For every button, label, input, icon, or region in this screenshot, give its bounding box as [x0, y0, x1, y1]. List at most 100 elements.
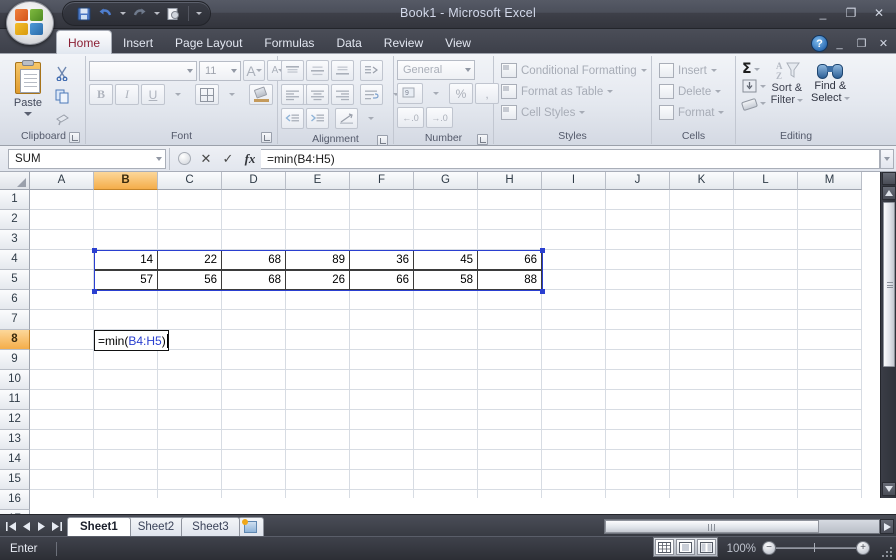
cell-D8[interactable] — [222, 330, 286, 350]
cell-C6[interactable] — [158, 290, 222, 310]
cell-K2[interactable] — [670, 210, 734, 230]
font-dialog-launcher[interactable] — [261, 132, 272, 143]
zoom-in-button[interactable]: + — [856, 541, 870, 555]
row-header-6[interactable]: 6 — [0, 290, 30, 310]
row-header-9[interactable]: 9 — [0, 350, 30, 370]
name-box[interactable]: SUM — [8, 148, 166, 169]
column-header-j[interactable]: J — [606, 172, 670, 190]
cell-M8[interactable] — [798, 330, 862, 350]
row-header-5[interactable]: 5 — [0, 270, 30, 290]
column-header-h[interactable]: H — [478, 172, 542, 190]
close-button[interactable]: ✕ — [866, 3, 892, 22]
column-header-i[interactable]: I — [542, 172, 606, 190]
selection-handle-tl[interactable] — [92, 248, 97, 253]
delete-cells-dropdown-icon[interactable] — [715, 90, 722, 93]
paste-button[interactable]: Paste — [5, 60, 51, 116]
cell-L10[interactable] — [734, 370, 798, 390]
cell-F7[interactable] — [350, 310, 414, 330]
cell-J4[interactable] — [606, 250, 670, 270]
align-right-button[interactable] — [331, 84, 354, 105]
tab-data[interactable]: Data — [325, 32, 372, 55]
cell-M16[interactable] — [798, 490, 862, 498]
number-format-dropdown-icon[interactable] — [465, 68, 471, 72]
clipboard-dialog-launcher[interactable] — [69, 132, 80, 143]
cell-E16[interactable] — [286, 490, 350, 498]
cell-A12[interactable] — [30, 410, 94, 430]
conditional-formatting-button[interactable]: Conditional Formatting — [501, 60, 647, 81]
cell-L5[interactable] — [734, 270, 798, 290]
cell-M12[interactable] — [798, 410, 862, 430]
split-box[interactable] — [882, 172, 896, 185]
sort-filter-button[interactable]: AZ Sort & Filter — [766, 60, 808, 106]
cell-D10[interactable] — [222, 370, 286, 390]
cell-E2[interactable] — [286, 210, 350, 230]
format-cells-dropdown-icon[interactable] — [718, 111, 725, 114]
sheet-tab-sheet3[interactable]: Sheet3 — [181, 517, 240, 536]
cell-J6[interactable] — [606, 290, 670, 310]
horizontal-scroll-thumb[interactable] — [605, 520, 819, 533]
autosum-button[interactable]: Σ — [742, 61, 766, 77]
cell-E9[interactable] — [286, 350, 350, 370]
tab-review[interactable]: Review — [373, 32, 434, 55]
sheet-tab-sheet2[interactable]: Sheet2 — [126, 517, 186, 536]
cell-D16[interactable] — [222, 490, 286, 498]
cell-A2[interactable] — [30, 210, 94, 230]
cell-A16[interactable] — [30, 490, 94, 498]
cell-E14[interactable] — [286, 450, 350, 470]
cell-M10[interactable] — [798, 370, 862, 390]
insert-worksheet-button[interactable] — [237, 517, 264, 536]
cell-I4[interactable] — [542, 250, 606, 270]
cell-L7[interactable] — [734, 310, 798, 330]
cell-B10[interactable] — [94, 370, 158, 390]
decrease-indent-button[interactable] — [281, 108, 304, 129]
underline-dropdown-icon[interactable] — [167, 84, 189, 105]
bottom-align-button[interactable] — [331, 60, 354, 81]
cell-L9[interactable] — [734, 350, 798, 370]
cell-J10[interactable] — [606, 370, 670, 390]
cell-H14[interactable] — [478, 450, 542, 470]
cell-A9[interactable] — [30, 350, 94, 370]
cell-C4[interactable]: 22 — [158, 250, 222, 270]
cell-F15[interactable] — [350, 470, 414, 490]
cell-H10[interactable] — [478, 370, 542, 390]
font-size-combo[interactable]: 11 — [199, 60, 241, 81]
column-header-f[interactable]: F — [350, 172, 414, 190]
cell-M2[interactable] — [798, 210, 862, 230]
row-header-11[interactable]: 11 — [0, 390, 30, 410]
font-name-combo[interactable] — [89, 60, 197, 81]
cell-D14[interactable] — [222, 450, 286, 470]
cell-H4[interactable]: 66 — [478, 250, 542, 270]
cell-A3[interactable] — [30, 230, 94, 250]
cell-I16[interactable] — [542, 490, 606, 498]
cell-H5[interactable]: 88 — [478, 270, 542, 290]
vertical-scrollbar[interactable] — [880, 172, 896, 498]
cell-styles-dropdown-icon[interactable] — [579, 111, 586, 114]
cell-M13[interactable] — [798, 430, 862, 450]
cell-L12[interactable] — [734, 410, 798, 430]
cell-B2[interactable] — [94, 210, 158, 230]
cell-B13[interactable] — [94, 430, 158, 450]
cell-F6[interactable] — [350, 290, 414, 310]
cell-B12[interactable] — [94, 410, 158, 430]
percent-format-button[interactable]: % — [449, 83, 473, 104]
cell-E5[interactable]: 26 — [286, 270, 350, 290]
cell-J11[interactable] — [606, 390, 670, 410]
center-button[interactable] — [306, 84, 329, 105]
cell-A1[interactable] — [30, 190, 94, 210]
cell-F11[interactable] — [350, 390, 414, 410]
format-painter-icon[interactable] — [51, 109, 73, 129]
column-header-b[interactable]: B — [94, 172, 158, 190]
cell-C1[interactable] — [158, 190, 222, 210]
cell-H9[interactable] — [478, 350, 542, 370]
row-header-15[interactable]: 15 — [0, 470, 30, 490]
cell-G13[interactable] — [414, 430, 478, 450]
doc-close-button[interactable]: ✕ — [873, 35, 894, 52]
cell-C11[interactable] — [158, 390, 222, 410]
fill-color-button[interactable] — [249, 84, 273, 105]
cell-H3[interactable] — [478, 230, 542, 250]
cell-L15[interactable] — [734, 470, 798, 490]
cell-J1[interactable] — [606, 190, 670, 210]
cell-D1[interactable] — [222, 190, 286, 210]
decrease-decimal-button[interactable]: →.0 — [426, 107, 453, 128]
cell-I14[interactable] — [542, 450, 606, 470]
